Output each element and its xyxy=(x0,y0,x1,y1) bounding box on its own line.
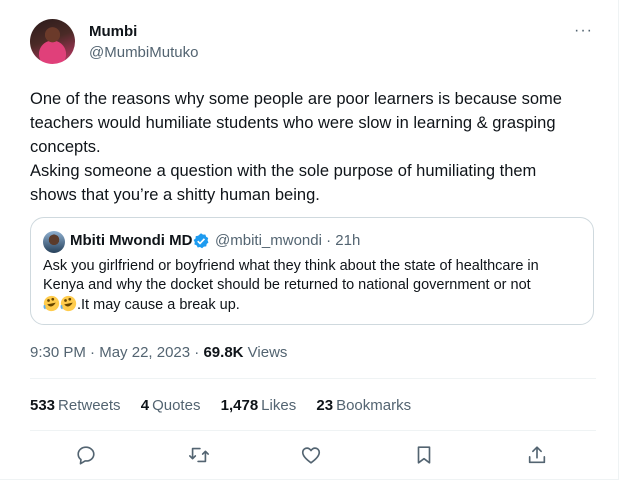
quoted-author-handle: @mbiti_mwondi xyxy=(215,232,322,249)
likes-stat[interactable]: 1,478 Likes xyxy=(221,397,297,414)
author-handle[interactable]: @MumbiMutuko xyxy=(89,44,198,61)
action-bar xyxy=(0,444,619,468)
tweet-text: One of the reasons why some people are p… xyxy=(30,90,562,204)
rolling-on-floor-laughing-emoji-icon xyxy=(43,295,60,312)
more-options-button[interactable]: ··· xyxy=(574,22,593,40)
like-icon[interactable] xyxy=(300,444,322,466)
quoted-tweet[interactable]: Mbiti Mwondi MD @mbiti_mwondi · 21h Ask … xyxy=(30,217,594,325)
tweet-date[interactable]: May 22, 2023 xyxy=(99,344,190,361)
verified-badge-icon xyxy=(193,233,209,249)
retweet-icon[interactable] xyxy=(188,444,210,466)
quotes-stat[interactable]: 4 Quotes xyxy=(141,397,201,414)
engagement-stats: 533 Retweets 4 Quotes 1,478 Likes 23 Bookmar… xyxy=(30,397,427,414)
quoted-tweet-text: Ask you girlfriend or boyfriend what the… xyxy=(43,258,539,313)
author-avatar[interactable] xyxy=(30,19,75,64)
quoted-tweet-age: 21h xyxy=(335,232,361,249)
views-label: Views xyxy=(247,344,288,361)
bookmarks-stat[interactable]: 23 Bookmarks xyxy=(316,397,411,414)
divider xyxy=(30,430,596,431)
reply-icon[interactable] xyxy=(75,444,97,466)
tweet-metadata: 9:30 PM · May 22, 2023 · 69.8K Views xyxy=(30,344,288,361)
quoted-author-avatar xyxy=(43,231,65,253)
quoted-author-name: Mbiti Mwondi MD xyxy=(70,232,193,249)
quoted-author-meta: @mbiti_mwondi · 21h xyxy=(215,232,361,249)
divider xyxy=(30,378,596,379)
share-icon[interactable] xyxy=(526,444,548,466)
bookmark-icon[interactable] xyxy=(413,444,435,466)
rolling-on-floor-laughing-emoji-icon xyxy=(60,295,77,312)
author-name[interactable]: Mumbi xyxy=(89,23,137,40)
tweet-time[interactable]: 9:30 PM xyxy=(30,344,86,361)
views-count: 69.8K xyxy=(203,344,244,361)
retweets-stat[interactable]: 533 Retweets xyxy=(30,397,121,414)
